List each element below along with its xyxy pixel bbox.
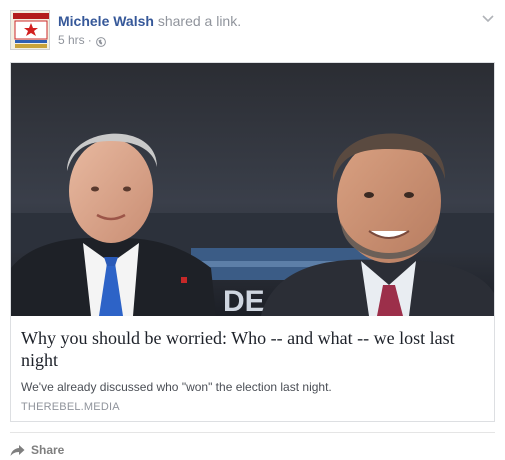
feed-post: Michele Walsh shared a link. 5 hrs · DE …	[0, 0, 505, 460]
link-description: We've already discussed who "won" the el…	[21, 380, 332, 394]
link-preview-card[interactable]: DE Why you should be worried: Who -- and…	[10, 62, 495, 422]
meta-separator: ·	[87, 33, 92, 47]
share-label: Share	[31, 443, 65, 457]
image-backdrop-text: DE	[223, 285, 265, 316]
author-name[interactable]: Michele Walsh	[58, 13, 154, 29]
share-button[interactable]: Share	[10, 441, 64, 459]
link-domain: THEREBEL.MEDIA	[21, 401, 120, 413]
chevron-down-icon[interactable]	[481, 12, 495, 24]
post-action-text: shared a link.	[157, 13, 242, 29]
post-meta: 5 hrs ·	[58, 32, 106, 48]
post-timestamp[interactable]: 5 hrs	[58, 32, 85, 48]
globe-icon[interactable]	[95, 35, 106, 47]
share-arrow-icon	[10, 444, 25, 457]
post-header-line: Michele Walsh shared a link.	[58, 12, 241, 30]
link-title[interactable]: Why you should be worried: Who -- and wh…	[21, 327, 483, 371]
footer-divider	[10, 432, 495, 433]
avatar[interactable]	[10, 10, 50, 50]
link-preview-image[interactable]: DE	[11, 63, 494, 316]
